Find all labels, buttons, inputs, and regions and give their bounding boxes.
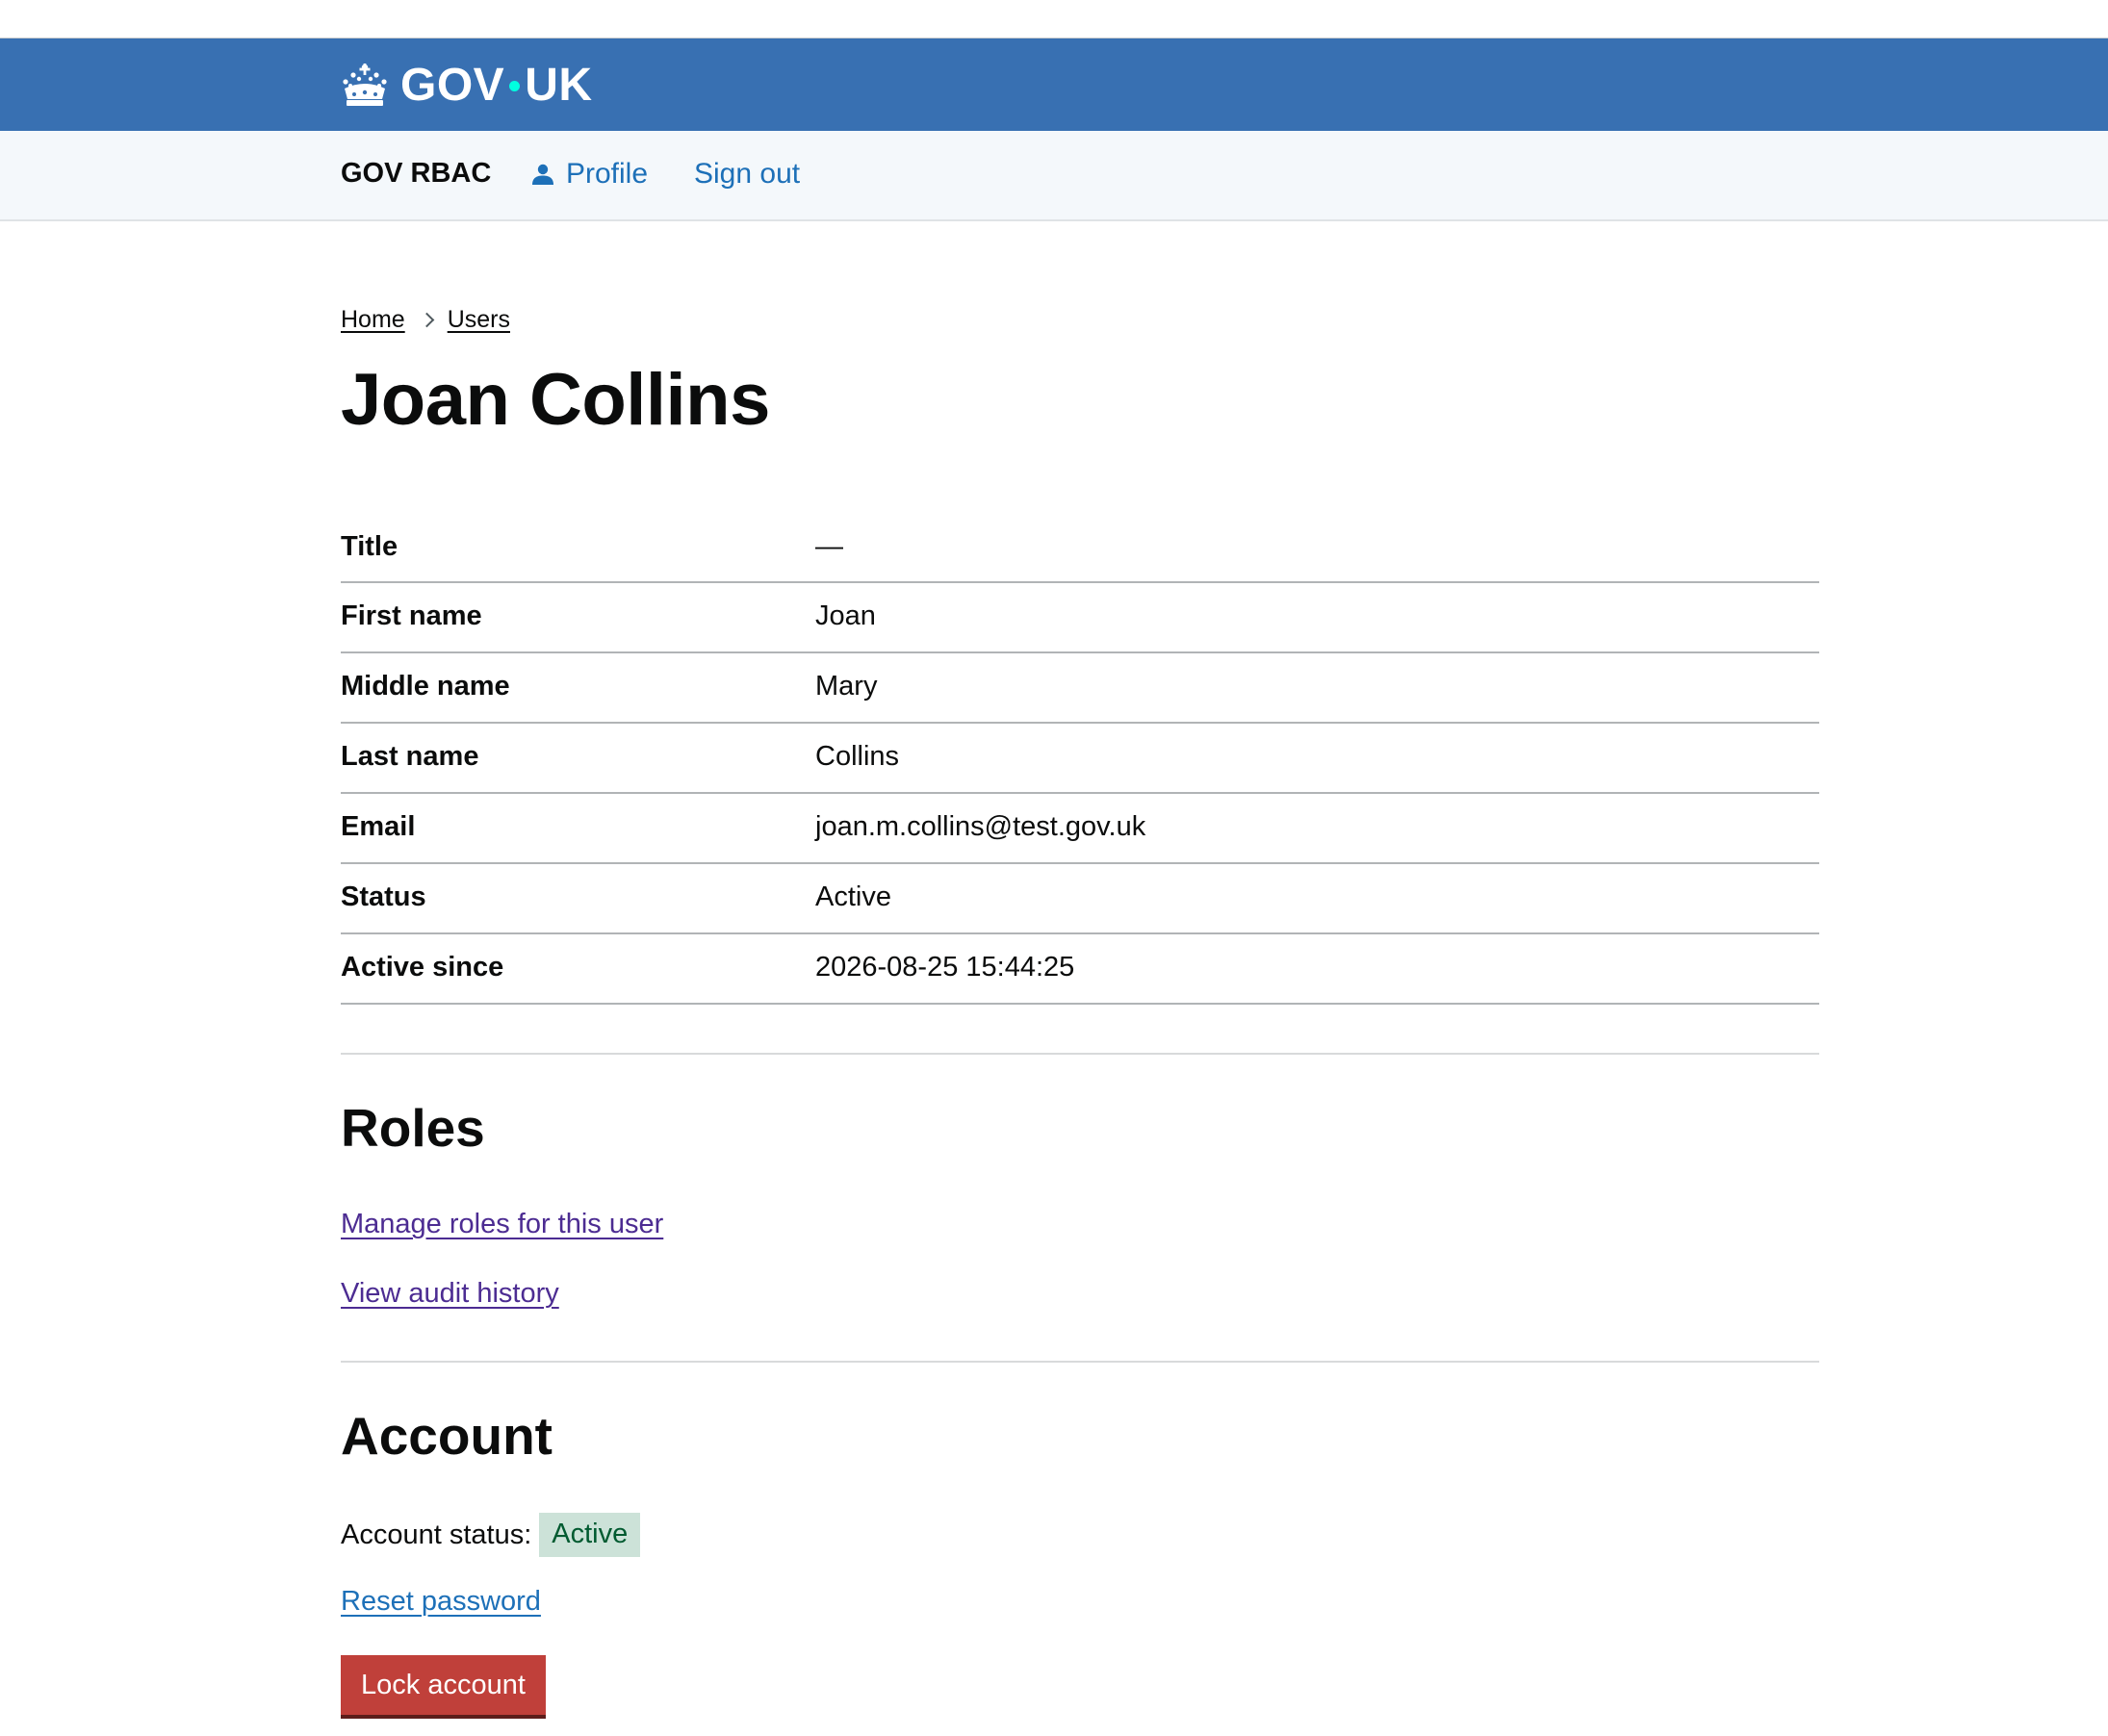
summary-key: First name <box>341 600 482 631</box>
govuk-logo-link[interactable]: GOV UK <box>341 54 593 115</box>
summary-value: Mary <box>815 671 878 702</box>
page-title: Joan Collins <box>341 359 770 441</box>
reset-password-link[interactable]: Reset password <box>341 1586 541 1618</box>
govuk-header: GOV UK <box>0 38 2108 131</box>
summary-value: joan.m.collins@test.gov.uk <box>815 811 1146 842</box>
person-icon <box>532 164 553 185</box>
summary-row-active-since: Active since 2026-08-25 15:44:25 <box>341 934 1819 1005</box>
summary-key: Status <box>341 881 426 912</box>
chevron-right-icon <box>419 312 434 328</box>
summary-row-title: Title — <box>341 514 1819 583</box>
account-status: Account status: Active <box>341 1513 641 1557</box>
section-divider <box>341 1361 1819 1363</box>
summary-key: Title <box>341 531 398 562</box>
lock-account-button[interactable]: Lock account <box>341 1655 546 1715</box>
view-audit-history-link[interactable]: View audit history <box>341 1278 559 1310</box>
summary-row-middle-name: Middle name Mary <box>341 653 1819 724</box>
summary-value: Joan <box>815 600 876 631</box>
summary-value: Collins <box>815 741 900 772</box>
summary-value: 2026-08-25 15:44:25 <box>815 952 1075 983</box>
summary-key: Email <box>341 811 416 842</box>
summary-key: Last name <box>341 741 479 772</box>
status-badge: Active <box>539 1513 641 1557</box>
logo-dot <box>509 80 521 91</box>
summary-row-email: Email joan.m.collins@test.gov.uk <box>341 794 1819 864</box>
nav-profile-link[interactable]: Profile <box>531 158 648 191</box>
summary-row-last-name: Last name Collins <box>341 724 1819 794</box>
govuk-logo-text: GOV UK <box>400 59 593 112</box>
breadcrumb-home-link[interactable]: Home <box>341 306 405 334</box>
browser-top-strip <box>0 0 2108 38</box>
account-status-label: Account status: <box>341 1519 532 1550</box>
summary-value: Active <box>815 881 891 912</box>
breadcrumb-users-link[interactable]: Users <box>448 306 510 334</box>
summary-row-first-name: First name Joan <box>341 583 1819 653</box>
user-summary-list: Title — First name Joan Middle name Mary… <box>341 514 1819 1005</box>
section-divider <box>341 1053 1819 1055</box>
logo-text-uk: UK <box>525 59 593 111</box>
summary-row-status: Status Active <box>341 864 1819 934</box>
crown-icon <box>343 64 387 106</box>
nav-signout-link[interactable]: Sign out <box>694 158 800 191</box>
summary-key: Active since <box>341 952 504 983</box>
account-heading: Account <box>341 1406 553 1466</box>
service-name[interactable]: GOV RBAC <box>341 158 491 190</box>
breadcrumb: Home Users <box>341 306 510 334</box>
service-navigation: GOV RBAC Profile Sign out <box>0 131 2108 221</box>
nav-profile-label: Profile <box>566 158 649 190</box>
summary-key: Middle name <box>341 671 510 702</box>
roles-heading: Roles <box>341 1098 485 1158</box>
summary-value: — <box>815 531 843 562</box>
logo-text-gov: GOV <box>400 59 505 111</box>
manage-roles-link[interactable]: Manage roles for this user <box>341 1209 663 1240</box>
